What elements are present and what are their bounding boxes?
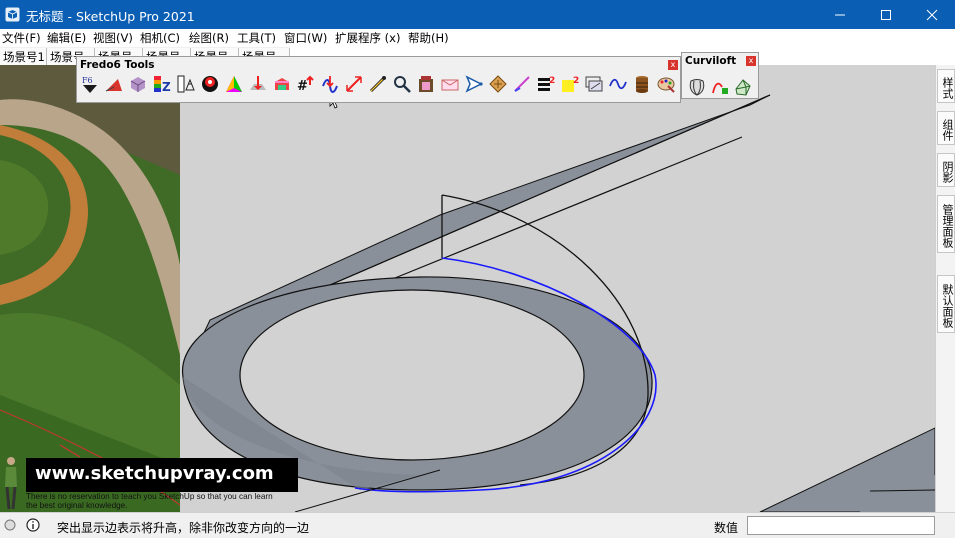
fredo-scale-icon[interactable]: F6	[80, 74, 100, 94]
twister-icon[interactable]	[248, 74, 268, 94]
tray-tab-shadows[interactable]: 阴影	[937, 153, 955, 187]
round-corner-icon[interactable]	[176, 74, 196, 94]
sketchup-window: 无标题 - SketchUp Pro 2021 文件(F) 编辑(E) 视图(V…	[0, 0, 955, 538]
menu-camera[interactable]: 相机(C)	[140, 30, 180, 46]
curviloft-toolbar-title: Curviloft	[685, 55, 737, 67]
thrupaint-icon[interactable]	[200, 74, 220, 94]
bezier-curve-icon[interactable]	[392, 74, 412, 94]
pen-icon[interactable]	[440, 74, 460, 94]
measurements-label: 数值	[714, 521, 739, 535]
scene-tab-1[interactable]: 场景号1	[0, 48, 47, 65]
sketchup-icon	[5, 7, 20, 22]
menu-view[interactable]: 视图(V)	[93, 30, 133, 46]
magnifier-icon[interactable]	[464, 74, 484, 94]
ruler-pencil-icon[interactable]	[584, 74, 604, 94]
tray-tab-components[interactable]: 组件	[937, 111, 955, 145]
watermark-banner: www.sketchupvray.com	[26, 458, 298, 492]
menu-window[interactable]: 窗口(W)	[284, 30, 327, 46]
menu-draw[interactable]: 绘图(R)	[189, 30, 229, 46]
model-canvas[interactable]	[0, 65, 935, 512]
squared-yellow-icon[interactable]	[632, 74, 652, 94]
menu-file[interactable]: 文件(F)	[2, 30, 41, 46]
help-circle-icon[interactable]	[4, 519, 16, 531]
svg-text:F6: F6	[82, 76, 93, 85]
svg-text:2: 2	[549, 76, 555, 86]
close-icon	[926, 9, 938, 20]
svg-text:Z: Z	[162, 80, 171, 94]
maximize-icon	[881, 9, 891, 20]
maximize-button[interactable]	[863, 0, 909, 29]
photo-background	[0, 65, 181, 512]
tubes-icon[interactable]	[368, 74, 388, 94]
title-bar: 无标题 - SketchUp Pro 2021	[0, 0, 955, 29]
animator-icon[interactable]	[320, 74, 340, 94]
list-number-icon[interactable]	[608, 74, 628, 94]
svg-text:#: #	[297, 79, 308, 94]
fredo-spider-icon[interactable]: 2	[560, 74, 580, 94]
projector-icon[interactable]	[656, 74, 676, 94]
measurements-input[interactable]	[747, 516, 935, 535]
fredo6-toolbar-close[interactable]: x	[668, 60, 678, 70]
default-tray: 样式 组件 阴影 管理面板 默认面板	[935, 65, 955, 512]
joint-pushpull-icon[interactable]	[128, 74, 148, 94]
watermark-line-1: There is no reservation to teach you Ske…	[26, 492, 273, 501]
tray-tab-styles[interactable]: 样式	[937, 69, 955, 103]
tray-tab-manage[interactable]: 管理面板	[937, 195, 955, 253]
fredo6-toolbar: Fredo6 Tools x F6 Z # 2 2	[76, 56, 681, 103]
loft-by-spline-icon[interactable]	[687, 77, 707, 97]
menu-tools[interactable]: 工具(T)	[237, 30, 276, 46]
skin-contours-icon[interactable]	[710, 77, 730, 97]
menu-bar: 文件(F) 编辑(E) 视图(V) 相机(C) 绘图(R) 工具(T) 窗口(W…	[0, 29, 955, 47]
window-title: 无标题 - SketchUp Pro 2021	[26, 9, 195, 24]
close-button[interactable]	[909, 0, 955, 29]
drawing-viewport[interactable]	[0, 65, 935, 512]
menu-edit[interactable]: 编辑(E)	[47, 30, 86, 46]
toolsonsurface-icon[interactable]: Z	[152, 74, 172, 94]
minimize-icon	[835, 14, 845, 15]
info-icon[interactable]	[26, 518, 40, 532]
svg-text:2: 2	[573, 76, 579, 86]
minimize-button[interactable]	[817, 0, 863, 29]
curviloft-toolbar: Curviloft x	[681, 52, 759, 99]
person-figure-icon	[5, 457, 17, 510]
loft-along-path-icon[interactable]	[733, 77, 753, 97]
fredo6-toolbar-title: Fredo6 Tools	[80, 59, 155, 71]
curviloft-toolbar-close[interactable]: x	[746, 56, 756, 66]
fredoscale-tag-icon[interactable]	[344, 74, 364, 94]
mailbox-icon[interactable]	[512, 74, 532, 94]
triangle-cursor-icon[interactable]: 2	[536, 74, 556, 94]
fredocorner-icon[interactable]	[224, 74, 244, 94]
status-bar: 突出显示边表示将升高，除非你改变方向的一边 数值	[0, 512, 955, 538]
menu-extensions[interactable]: 扩展程序 (x)	[335, 30, 400, 46]
cabinet-icon[interactable]	[488, 74, 508, 94]
revisor-icon[interactable]: #	[296, 74, 316, 94]
menu-help[interactable]: 帮助(H)	[408, 30, 449, 46]
sectioncut-icon[interactable]	[272, 74, 292, 94]
status-hint: 突出显示边表示将升高，除非你改变方向的一边	[57, 521, 310, 535]
tray-tab-default[interactable]: 默认面板	[937, 275, 955, 333]
shrink-icon[interactable]	[416, 74, 436, 94]
curviloft-red-icon[interactable]	[104, 74, 124, 94]
watermark-line-2: the best original knowledge.	[26, 501, 128, 510]
